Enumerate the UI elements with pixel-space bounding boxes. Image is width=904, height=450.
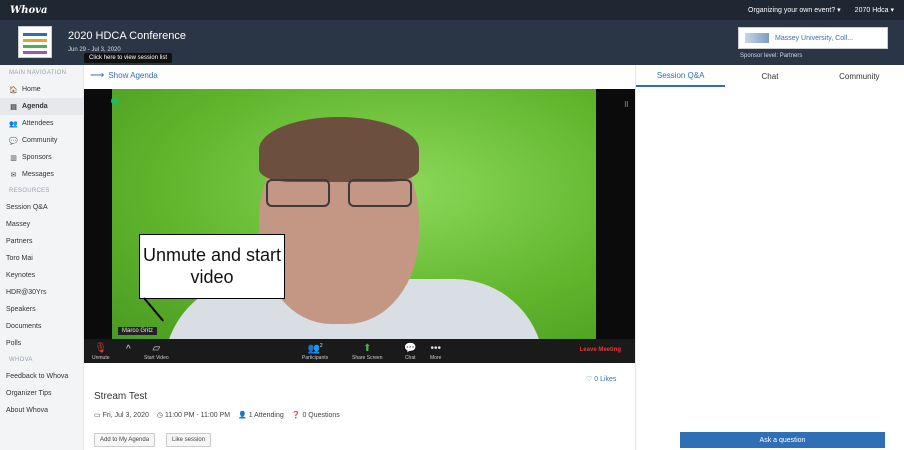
about-whova[interactable]: About Whova: [0, 402, 83, 419]
sidebar-item-label: Sponsors: [22, 154, 52, 161]
top-bar: Whova Organizing your own event? ▾ 2070 …: [0, 0, 904, 20]
chevron-up-icon: ^: [126, 344, 131, 355]
attendees-icon: 👥: [9, 120, 18, 128]
ask-question-button[interactable]: Ask a question: [680, 432, 885, 448]
participants-button[interactable]: 👥2 Participants: [302, 340, 328, 361]
sponsor-card[interactable]: Massey University, Coll...: [738, 27, 888, 49]
grid-view-icon[interactable]: ⠿: [624, 101, 629, 109]
more-icon: •••: [430, 343, 441, 354]
sidebar-item-sponsors[interactable]: ▥ Sponsors: [0, 149, 83, 166]
community-icon: 💬: [9, 137, 18, 145]
meeting-controls: 🎙 Unmute ^ ▱ Start Video 👥2 Participants…: [84, 339, 635, 363]
unmute-button[interactable]: 🎙 Unmute: [92, 343, 110, 361]
sponsor-level: Sponsor level: Partners: [740, 53, 803, 59]
whova-logo[interactable]: Whova: [10, 5, 47, 16]
resource-keynotes[interactable]: Keynotes: [0, 267, 83, 284]
add-to-agenda-button[interactable]: Add to My Agenda: [94, 433, 156, 447]
participants-count: 2: [319, 342, 323, 349]
tab-session-qa[interactable]: Session Q&A: [636, 65, 726, 87]
resource-session-qa[interactable]: Session Q&A: [0, 199, 83, 216]
heart-icon: ♡: [586, 376, 593, 383]
main-navigation-title: MAIN NAVIGATION: [9, 70, 67, 76]
question-icon: ❓: [291, 412, 301, 419]
resource-polls[interactable]: Polls: [0, 335, 83, 352]
sidebar-item-home[interactable]: 🏠 Home: [0, 81, 83, 98]
sponsors-icon: ▥: [10, 154, 17, 162]
callout-box: Unmute and start video: [139, 234, 285, 299]
event-logo[interactable]: [18, 26, 52, 58]
event-header: 2020 HDCA Conference Jun 29 - Jul 3, 202…: [0, 20, 904, 65]
like-session-button[interactable]: Like session: [166, 433, 212, 447]
agenda-icon: ▤: [10, 103, 17, 111]
sidebar-item-community[interactable]: 💬 Community: [0, 132, 83, 149]
whova-title: WHOVA: [9, 357, 33, 363]
sidebar-item-label: Community: [22, 137, 58, 144]
session-time: ◷ 11:00 PM - 11:00 PM: [156, 412, 231, 419]
likes-counter[interactable]: ♡ 0 Likes: [586, 375, 616, 383]
leave-meeting-button[interactable]: Leave Meeting: [580, 347, 621, 353]
sidebar-item-attendees[interactable]: 👥 Attendees: [0, 115, 83, 132]
audio-options-caret[interactable]: ^: [126, 344, 131, 356]
video-stream[interactable]: ⠿ Marco Gritz: [84, 89, 635, 339]
chat-button[interactable]: 💬 Chat: [404, 343, 416, 361]
sidebar: MAIN NAVIGATION 🏠 Home ▤ Agenda 👥 Attend…: [0, 65, 84, 450]
sidebar-item-label: Attendees: [22, 120, 54, 127]
feedback-to-whova[interactable]: Feedback to Whova: [0, 368, 83, 385]
session-questions[interactable]: ❓ 0 Questions: [292, 411, 340, 419]
participants-icon: 👥2: [307, 342, 323, 354]
sidebar-item-messages[interactable]: ✉ Messages: [0, 166, 83, 183]
resource-documents[interactable]: Documents: [0, 318, 83, 335]
session-title: Stream Test: [94, 391, 148, 402]
right-tabs: Session Q&A Chat Community: [635, 65, 904, 87]
clock-icon: ◷: [156, 412, 163, 419]
more-button[interactable]: ••• More: [430, 343, 441, 361]
speaker-hair: [259, 117, 419, 182]
show-agenda-link[interactable]: ⟶ Show Agenda: [90, 67, 158, 83]
session-meta: ▭ Fri, Jul 3, 2020 ◷ 11:00 PM - 11:00 PM…: [94, 411, 340, 419]
sidebar-item-label: Messages: [22, 171, 54, 178]
qa-panel: [635, 87, 904, 450]
muted-mic-icon: 🎙: [94, 343, 108, 354]
messages-icon: ✉: [10, 171, 17, 179]
home-icon: 🏠: [9, 86, 18, 94]
account-menu[interactable]: 2070 Hdca ▾: [855, 6, 894, 14]
sidebar-item-agenda[interactable]: ▤ Agenda: [0, 98, 83, 115]
calendar-icon: ▭: [94, 412, 101, 419]
chat-icon: 💬: [404, 343, 417, 354]
tab-chat[interactable]: Chat: [725, 65, 814, 87]
arrow-right-icon: ⟶: [90, 69, 105, 81]
share-screen-button[interactable]: ⬆ Share Screen: [352, 343, 383, 361]
organizing-link[interactable]: Organizing your own event? ▾: [748, 6, 841, 14]
participant-name-tag: Marco Gritz: [118, 327, 158, 335]
tab-community[interactable]: Community: [815, 65, 904, 87]
resource-hdr30yrs[interactable]: HDR@30Yrs: [0, 284, 83, 301]
speaker-glasses: [266, 179, 416, 209]
resources-title: RESOURCES: [9, 188, 50, 194]
organizer-tips[interactable]: Organizer Tips: [0, 385, 83, 402]
resource-speakers[interactable]: Speakers: [0, 301, 83, 318]
sidebar-item-label: Home: [22, 86, 41, 93]
sponsor-name: Massey University, Coll...: [775, 34, 854, 42]
session-attending[interactable]: 👤 1 Attending: [238, 411, 284, 419]
event-title[interactable]: 2020 HDCA Conference: [68, 30, 186, 42]
share-screen-icon: ⬆: [363, 343, 372, 354]
security-shield-icon[interactable]: [111, 97, 119, 105]
resource-toro-mai[interactable]: Toro Mai: [0, 250, 83, 267]
start-video-button[interactable]: ▱ Start Video: [144, 343, 169, 361]
person-icon: 👤: [238, 412, 247, 419]
video-off-icon: ▱: [152, 343, 161, 354]
session-date: ▭ Fri, Jul 3, 2020: [94, 412, 149, 419]
session-list-tooltip: Click here to view session list: [84, 53, 173, 63]
show-agenda-label: Show Agenda: [108, 70, 158, 80]
resource-partners[interactable]: Partners: [0, 233, 83, 250]
resource-massey[interactable]: Massey: [0, 216, 83, 233]
sidebar-item-label: Agenda: [22, 103, 48, 110]
sponsor-logo: [745, 33, 769, 43]
